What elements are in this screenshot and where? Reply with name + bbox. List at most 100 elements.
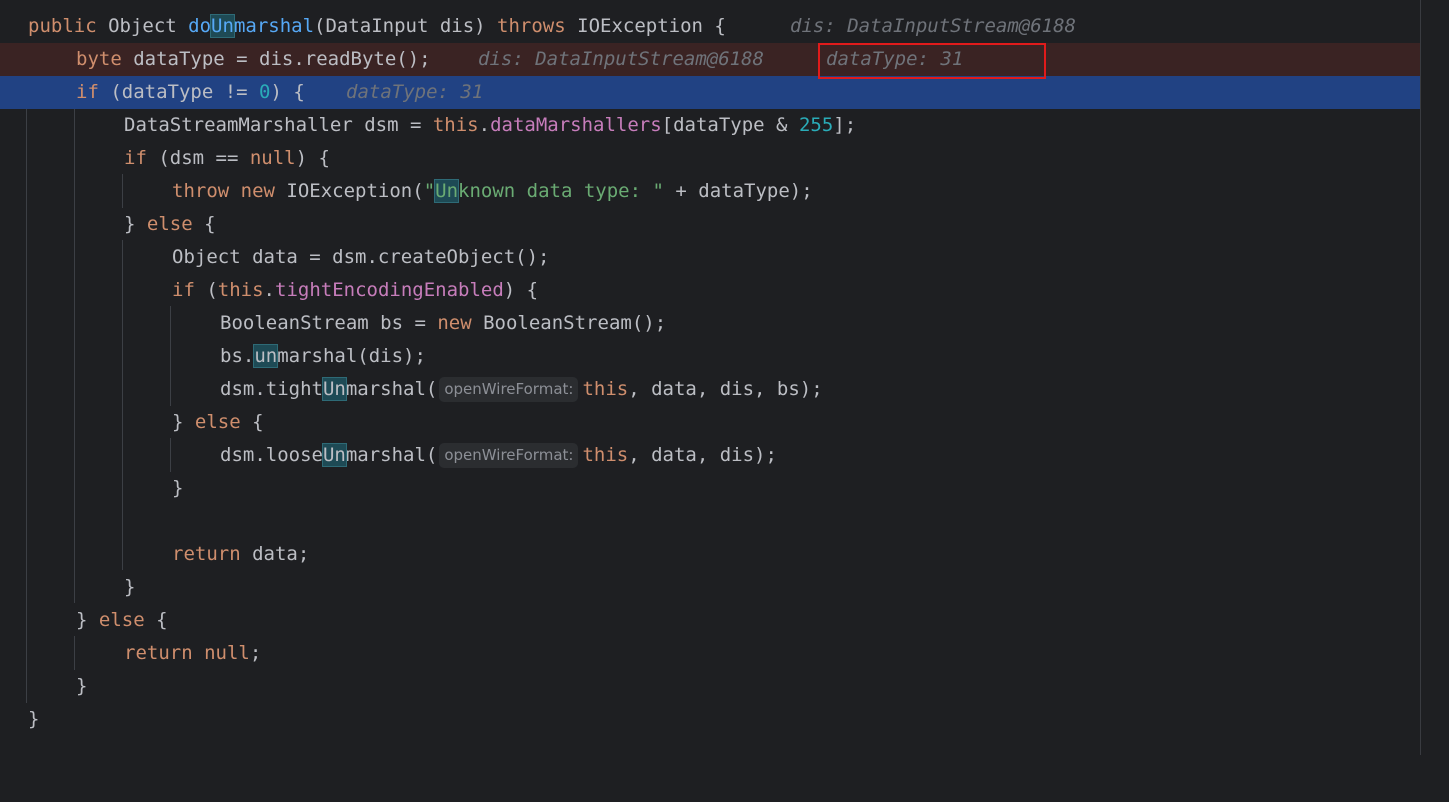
keyword-if: if xyxy=(124,147,159,169)
code-line-1[interactable]: public Object doUnmarshal(DataInput dis)… xyxy=(0,10,1420,43)
code-text: ( xyxy=(206,279,218,301)
code-line-19[interactable]: } else { xyxy=(0,604,1420,637)
code-line-20[interactable]: return null; xyxy=(0,637,1420,670)
number-literal: 255 xyxy=(798,114,834,136)
debug-inline-value: dis: DataInputStream@6188 xyxy=(478,48,764,70)
parameter-name-hint: openWireFormat: xyxy=(439,377,579,402)
code-line-18[interactable]: } xyxy=(0,571,1420,604)
keyword-this: this xyxy=(432,114,479,136)
search-occurrence: Un xyxy=(321,443,347,467)
code-editor[interactable]: public Object do Un marshal(DataInput dis)… xyxy=(0,0,1449,755)
code-text: ) { xyxy=(503,279,539,301)
code-text: } xyxy=(172,477,184,499)
keyword-new: new xyxy=(437,312,484,334)
keyword-else: else xyxy=(194,411,241,433)
keyword-throws: throws xyxy=(497,15,578,37)
code-line-6[interactable]: throw new IOException("Unknown data type… xyxy=(0,175,1420,208)
code-line-17[interactable]: return data; xyxy=(0,538,1420,571)
code-text: { xyxy=(144,609,168,631)
code-text: ]; xyxy=(833,114,857,136)
keyword-if: if xyxy=(76,81,111,103)
code-text: BooleanStream bs = xyxy=(220,312,438,334)
keyword-if: if xyxy=(172,279,207,301)
search-occurrence: un xyxy=(253,344,279,368)
keyword-public: public xyxy=(28,15,109,37)
method-name-part: do xyxy=(188,15,212,37)
code-text: ) { xyxy=(270,81,305,103)
code-text: . xyxy=(263,279,275,301)
number-literal: 0 xyxy=(259,81,271,103)
string-literal: " xyxy=(423,180,436,202)
code-text: Object data = dsm.createObject(); xyxy=(172,246,550,268)
keyword-new: new xyxy=(240,180,287,202)
code-text: } xyxy=(28,708,40,730)
code-text: } xyxy=(124,213,147,235)
code-text: } xyxy=(76,609,99,631)
code-text: } xyxy=(124,576,136,598)
code-line-12[interactable]: dsm.tightUnmarshal(openWireFormat: this, … xyxy=(0,373,1420,406)
code-line-10[interactable]: BooleanStream bs = new BooleanStream(); xyxy=(0,307,1420,340)
code-text: dsm.tight xyxy=(220,378,323,400)
code-text: data; xyxy=(252,543,310,565)
debug-inline-value: dataType: 31 xyxy=(346,81,484,103)
debug-inline-value: dis: DataInputStream@6188 xyxy=(790,15,1076,37)
code-text: { xyxy=(192,213,216,235)
code-text: (dataType != xyxy=(110,81,260,103)
code-text: } xyxy=(172,411,195,433)
code-text: } xyxy=(76,675,88,697)
keyword-this: this xyxy=(217,279,264,301)
code-line-15[interactable]: } xyxy=(0,472,1420,505)
search-occurrence: Un xyxy=(321,377,347,401)
code-text: . xyxy=(478,114,491,136)
keyword-byte: byte xyxy=(76,48,134,70)
code-line-16-blank[interactable] xyxy=(0,505,1420,538)
exception-type: IOException { xyxy=(577,15,726,37)
code-text: , data, dis, bs); xyxy=(628,378,823,400)
keyword-null: null xyxy=(204,642,250,664)
code-line-11[interactable]: bs.unmarshal(dis); xyxy=(0,340,1420,373)
keyword-return: return xyxy=(124,642,205,664)
code-text: [dataType & xyxy=(661,114,799,136)
code-text: dataType = dis.readByte(); xyxy=(133,48,431,70)
code-text: bs. xyxy=(220,345,255,367)
code-line-8[interactable]: Object data = dsm.createObject(); xyxy=(0,241,1420,274)
code-line-9[interactable]: if (this.tightEncodingEnabled) { xyxy=(0,274,1420,307)
keyword-else: else xyxy=(146,213,193,235)
field-name: dataMarshallers xyxy=(490,114,662,136)
return-type: Object xyxy=(108,15,189,37)
code-line-4[interactable]: DataStreamMarshaller dsm = this.dataMars… xyxy=(0,109,1420,142)
code-text: ; xyxy=(249,642,262,664)
code-line-14[interactable]: dsm.looseUnmarshal(openWireFormat: this, … xyxy=(0,439,1420,472)
code-line-5[interactable]: if (dsm == null) { xyxy=(0,142,1420,175)
string-literal: known data type: " xyxy=(458,180,664,202)
code-text: IOException( xyxy=(286,180,424,202)
parameter-name-hint: openWireFormat: xyxy=(439,443,579,468)
keyword-this: this xyxy=(582,378,629,400)
right-margin-guide xyxy=(1420,0,1421,755)
code-text: ) { xyxy=(295,147,330,169)
annotation-highlight-box xyxy=(818,43,1046,79)
code-text: + dataType); xyxy=(663,180,813,202)
code-line-22[interactable]: } xyxy=(0,703,1420,736)
field-name: tightEncodingEnabled xyxy=(275,279,504,301)
code-text: (dsm == xyxy=(158,147,250,169)
search-occurrence: Un xyxy=(434,179,460,203)
keyword-null: null xyxy=(249,147,296,169)
method-params: (DataInput dis) xyxy=(314,15,498,37)
keyword-throw: throw xyxy=(172,180,241,202)
code-line-21[interactable]: } xyxy=(0,670,1420,703)
code-line-7[interactable]: } else { xyxy=(0,208,1420,241)
code-text: marshal( xyxy=(345,378,438,400)
code-text: DataStreamMarshaller dsm = xyxy=(124,114,433,136)
code-line-3-current[interactable]: if (dataType != 0) { dataType: 31 xyxy=(0,76,1420,109)
keyword-this: this xyxy=(582,444,629,466)
code-text: BooleanStream(); xyxy=(483,312,667,334)
code-line-13[interactable]: } else { xyxy=(0,406,1420,439)
method-name-part: marshal xyxy=(233,15,315,37)
code-text: marshal(dis); xyxy=(277,345,426,367)
code-line-2-execution[interactable]: byte dataType = dis.readByte(); dis: Dat… xyxy=(0,43,1420,76)
keyword-return: return xyxy=(172,543,253,565)
code-text: , data, dis); xyxy=(628,444,777,466)
code-text: { xyxy=(240,411,264,433)
keyword-else: else xyxy=(98,609,145,631)
